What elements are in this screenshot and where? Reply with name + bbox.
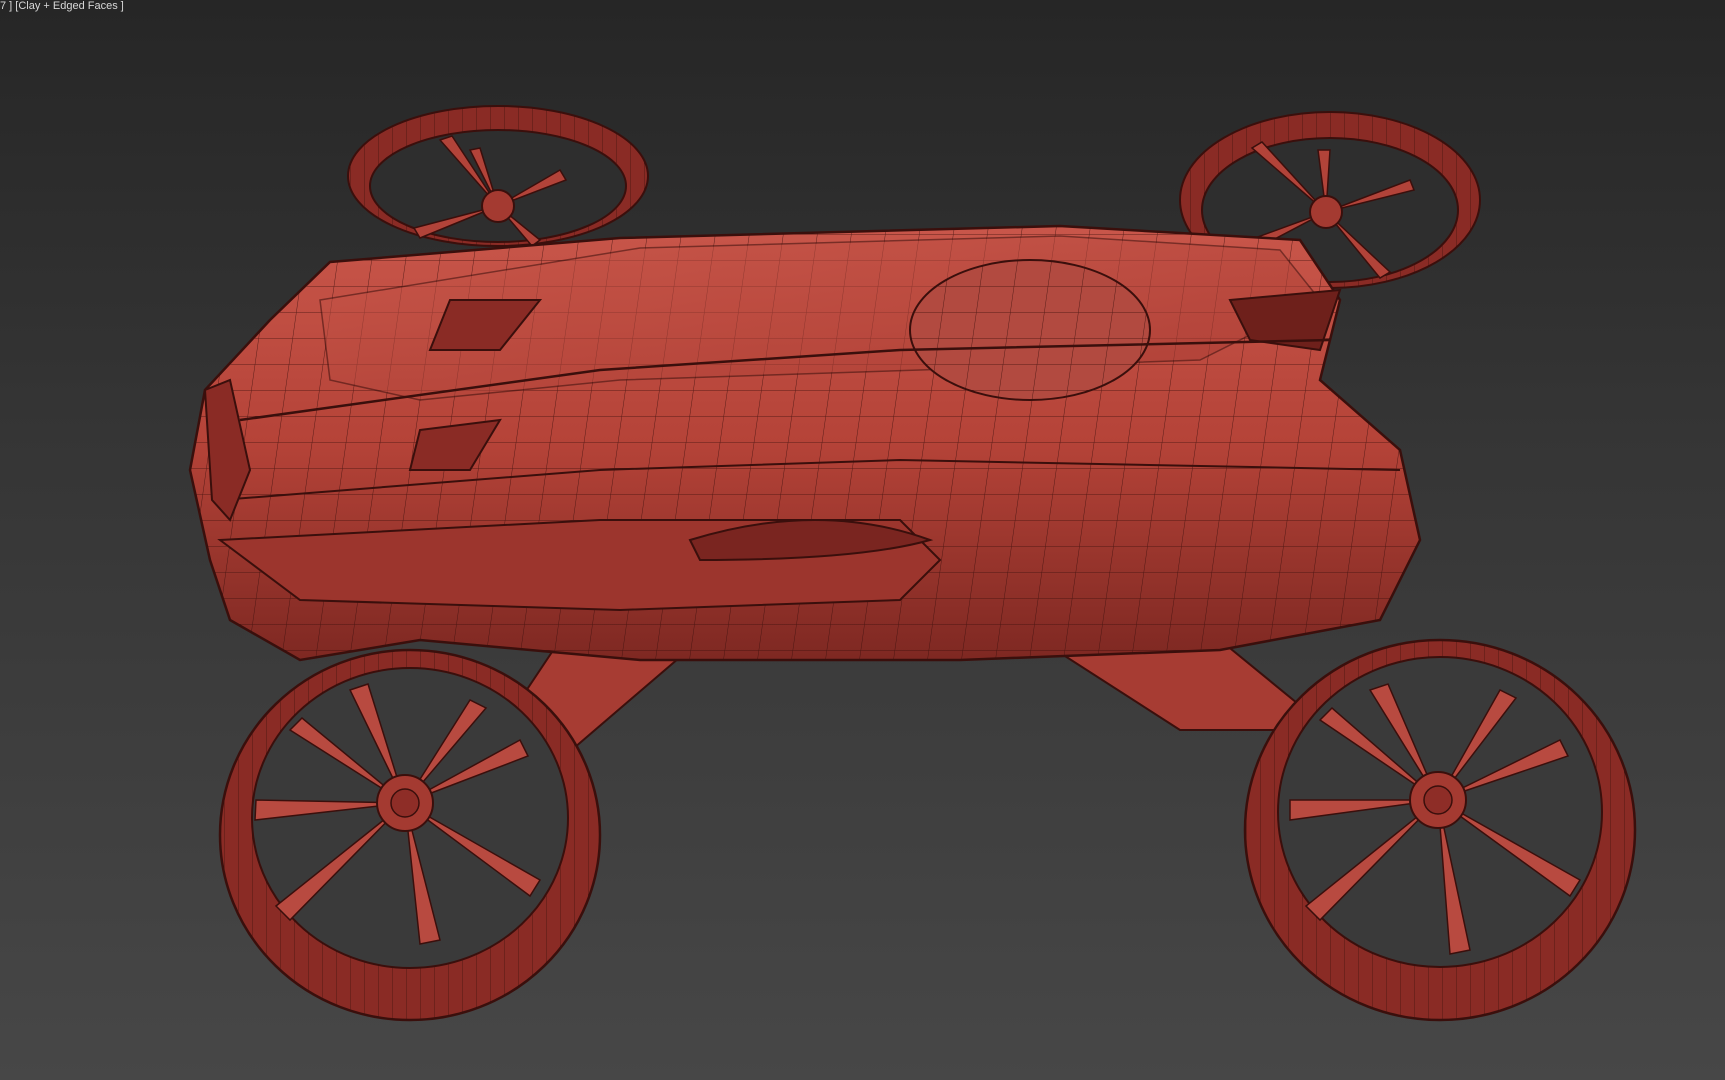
rotor-front-left xyxy=(218,648,602,1022)
rotor-back-left xyxy=(347,105,649,248)
flying-car-model-icon[interactable] xyxy=(0,0,1725,1080)
3d-viewport[interactable]: 7 ] [Clay + Edged Faces ] xyxy=(0,0,1725,1080)
rotor-front-right xyxy=(1243,638,1637,1022)
fuselage xyxy=(188,224,1422,662)
